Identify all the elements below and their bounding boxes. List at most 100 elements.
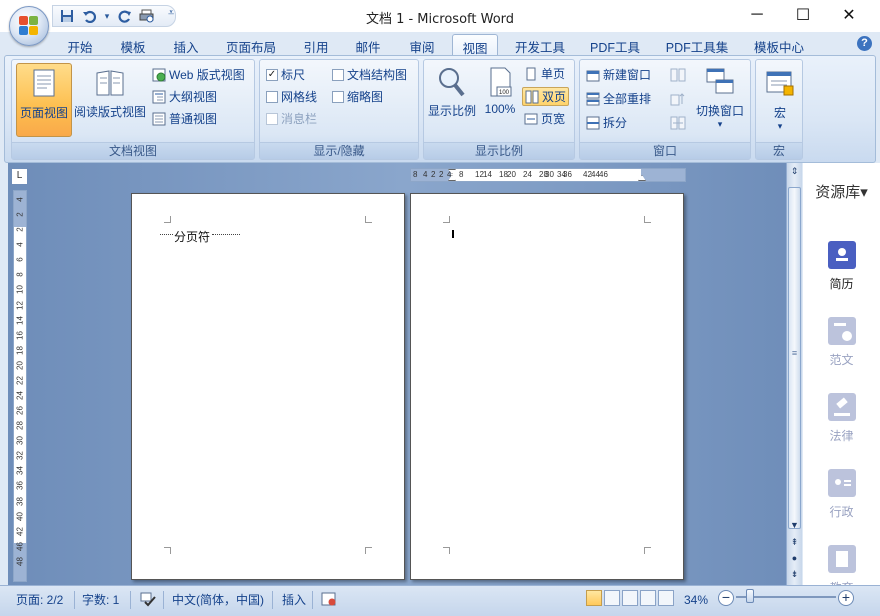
zoom-100-icon: 100 [490, 67, 512, 97]
ruler-label: 标尺 [281, 68, 306, 82]
tab-selector[interactable]: L [11, 168, 28, 185]
scroll-down-button[interactable]: ▼ [788, 520, 801, 530]
margin-corner-mark [365, 547, 372, 554]
draft-view-icon [152, 112, 166, 125]
margin-corner-mark [365, 216, 372, 223]
zoom-button[interactable]: 显示比例 [426, 66, 478, 136]
next-page-button[interactable]: ⇟ [788, 569, 801, 580]
language-indicator[interactable]: 中文(简体，中国) [172, 591, 264, 609]
full-screen-reading-button[interactable] [604, 590, 620, 606]
two-pages-button[interactable]: 双页 [522, 87, 570, 106]
word-count[interactable]: 字数: 1 [82, 591, 119, 609]
new-window-button[interactable]: 新建窗口 [586, 66, 651, 83]
text-cursor [452, 230, 454, 238]
horizontal-ruler[interactable]: 8 4 2 2 4 8 12 14 18 20 24 28 30 34 36 42 44 46 [410, 168, 686, 182]
zoom-in-button[interactable]: + [838, 590, 854, 606]
web-layout-view-button[interactable] [622, 590, 638, 606]
tab-mailings[interactable]: 邮件 [344, 34, 392, 56]
tab-pdf-tools[interactable]: PDF工具 [582, 34, 648, 56]
document-page-2[interactable] [410, 193, 684, 580]
tab-review[interactable]: 审阅 [398, 34, 446, 56]
thumbnails-checkbox[interactable]: 缩略图 [332, 88, 383, 105]
resource-item-label: 简历 [829, 277, 854, 291]
print-layout-view-button[interactable] [586, 590, 602, 606]
document-map-checkbox[interactable]: 文档结构图 [332, 66, 407, 83]
split-button[interactable]: 拆分 [586, 114, 627, 131]
page-view-button[interactable]: 页面视图 [16, 63, 72, 137]
reset-window-position-button[interactable] [670, 116, 686, 130]
web-view-button[interactable]: Web 版式视图 [152, 66, 245, 83]
reset-window-position-icon [670, 116, 686, 130]
ruler-tick-label: 34 [15, 466, 25, 476]
margin-corner-mark [644, 216, 651, 223]
tab-view[interactable]: 视图 [452, 34, 498, 56]
ruler-checkbox[interactable]: ✓ 标尺 [266, 66, 305, 83]
view-side-by-side-button[interactable] [670, 68, 686, 82]
scrollbar-thumb[interactable]: ≡ [788, 187, 801, 529]
tab-references[interactable]: 引用 [292, 34, 340, 56]
proofing-icon[interactable] [139, 591, 157, 609]
help-icon[interactable]: ? [857, 36, 872, 51]
ruler-tick-label: 30 [545, 170, 554, 179]
resource-item-resume[interactable]: 简历 [803, 241, 880, 292]
view-side-by-side-icon [670, 68, 686, 82]
select-browse-object-button[interactable]: ● [788, 553, 801, 563]
synchronous-scrolling-icon [670, 93, 685, 106]
split-box-icon[interactable]: ⇕ [788, 166, 801, 177]
insert-mode-indicator[interactable]: 插入 [282, 591, 306, 609]
resource-library-header[interactable]: 资源库▾ [803, 181, 880, 202]
ruler-tick-label: 14 [15, 315, 25, 325]
synchronous-scrolling-button[interactable] [670, 92, 686, 106]
page-count[interactable]: 页面: 2/2 [16, 591, 63, 609]
split-icon [586, 116, 600, 129]
tab-developer[interactable]: 开发工具 [506, 34, 574, 56]
tab-page-layout[interactable]: 页面布局 [214, 34, 288, 56]
status-divider [312, 591, 313, 609]
magnifier-icon [439, 68, 465, 97]
draft-view-button[interactable]: 普通视图 [152, 110, 217, 127]
tab-pdf-toolset[interactable]: PDF工具集 [658, 34, 736, 56]
minimize-button[interactable]: ─ [734, 0, 780, 30]
outline-view-status-button[interactable] [640, 590, 656, 606]
reading-view-button[interactable]: 阅读版式视图 [72, 67, 148, 137]
ruler-tick-label: 4 [15, 242, 25, 247]
draft-view-status-button[interactable] [658, 590, 674, 606]
resource-item-legal[interactable]: 法律 [803, 393, 880, 444]
vertical-ruler[interactable]: 4 2 2 4 6 8 10 12 14 16 18 20 22 24 26 28 30 32 34 36 38 40 42… [13, 190, 27, 582]
ruler-tick-label: 2 [439, 170, 444, 179]
minimize-icon: ─ [751, 6, 763, 23]
previous-page-button[interactable]: ⇞ [788, 537, 801, 548]
arrange-all-button[interactable]: 全部重排 [586, 90, 651, 107]
document-map-check-icon [332, 68, 344, 81]
zoom-100-button[interactable]: 100 100% [480, 66, 520, 136]
zoom-level[interactable]: 34% [684, 591, 708, 609]
resource-item-administration[interactable]: 行政 [803, 469, 880, 520]
ruler-check-icon: ✓ [266, 68, 278, 81]
ruler-tick-label: 28 [15, 421, 25, 431]
tab-home[interactable]: 开始 [56, 34, 104, 56]
tab-insert[interactable]: 插入 [162, 34, 210, 56]
document-page-1[interactable]: 分页符 [131, 193, 405, 580]
close-button[interactable]: ✕ [826, 0, 872, 30]
page-view-icon [33, 69, 55, 97]
group-label-window: 窗口 [580, 142, 750, 159]
ruler-tick-label: 26 [15, 406, 25, 416]
one-page-button[interactable]: 单页 [524, 65, 565, 82]
switch-windows-button[interactable]: 切换窗口 ▾ [692, 66, 748, 140]
gridlines-checkbox[interactable]: 网格线 [266, 88, 317, 105]
macros-button[interactable]: 宏 ▾ [760, 68, 800, 142]
zoom-out-button[interactable]: − [718, 590, 734, 606]
vertical-scrollbar[interactable]: ⇕ ≡ ▼ ⇞ ● ⇟ [786, 163, 802, 585]
ruler-tick-label: 4 [15, 197, 25, 202]
zoom-slider-thumb[interactable] [746, 589, 754, 603]
message-bar-label: 消息栏 [281, 112, 318, 126]
tab-template-center[interactable]: 模板中心 [744, 34, 814, 56]
maximize-button[interactable]: ☐ [780, 0, 826, 30]
macro-recording-icon[interactable] [321, 591, 337, 609]
tab-templates[interactable]: 模板 [108, 34, 158, 56]
office-button[interactable] [9, 6, 49, 46]
resource-item-sample-essays[interactable]: 范文 [803, 317, 880, 368]
page-width-button[interactable]: 页宽 [524, 110, 565, 127]
outline-view-button[interactable]: 大纲视图 [152, 88, 217, 105]
ruler-margin-right [641, 169, 685, 181]
